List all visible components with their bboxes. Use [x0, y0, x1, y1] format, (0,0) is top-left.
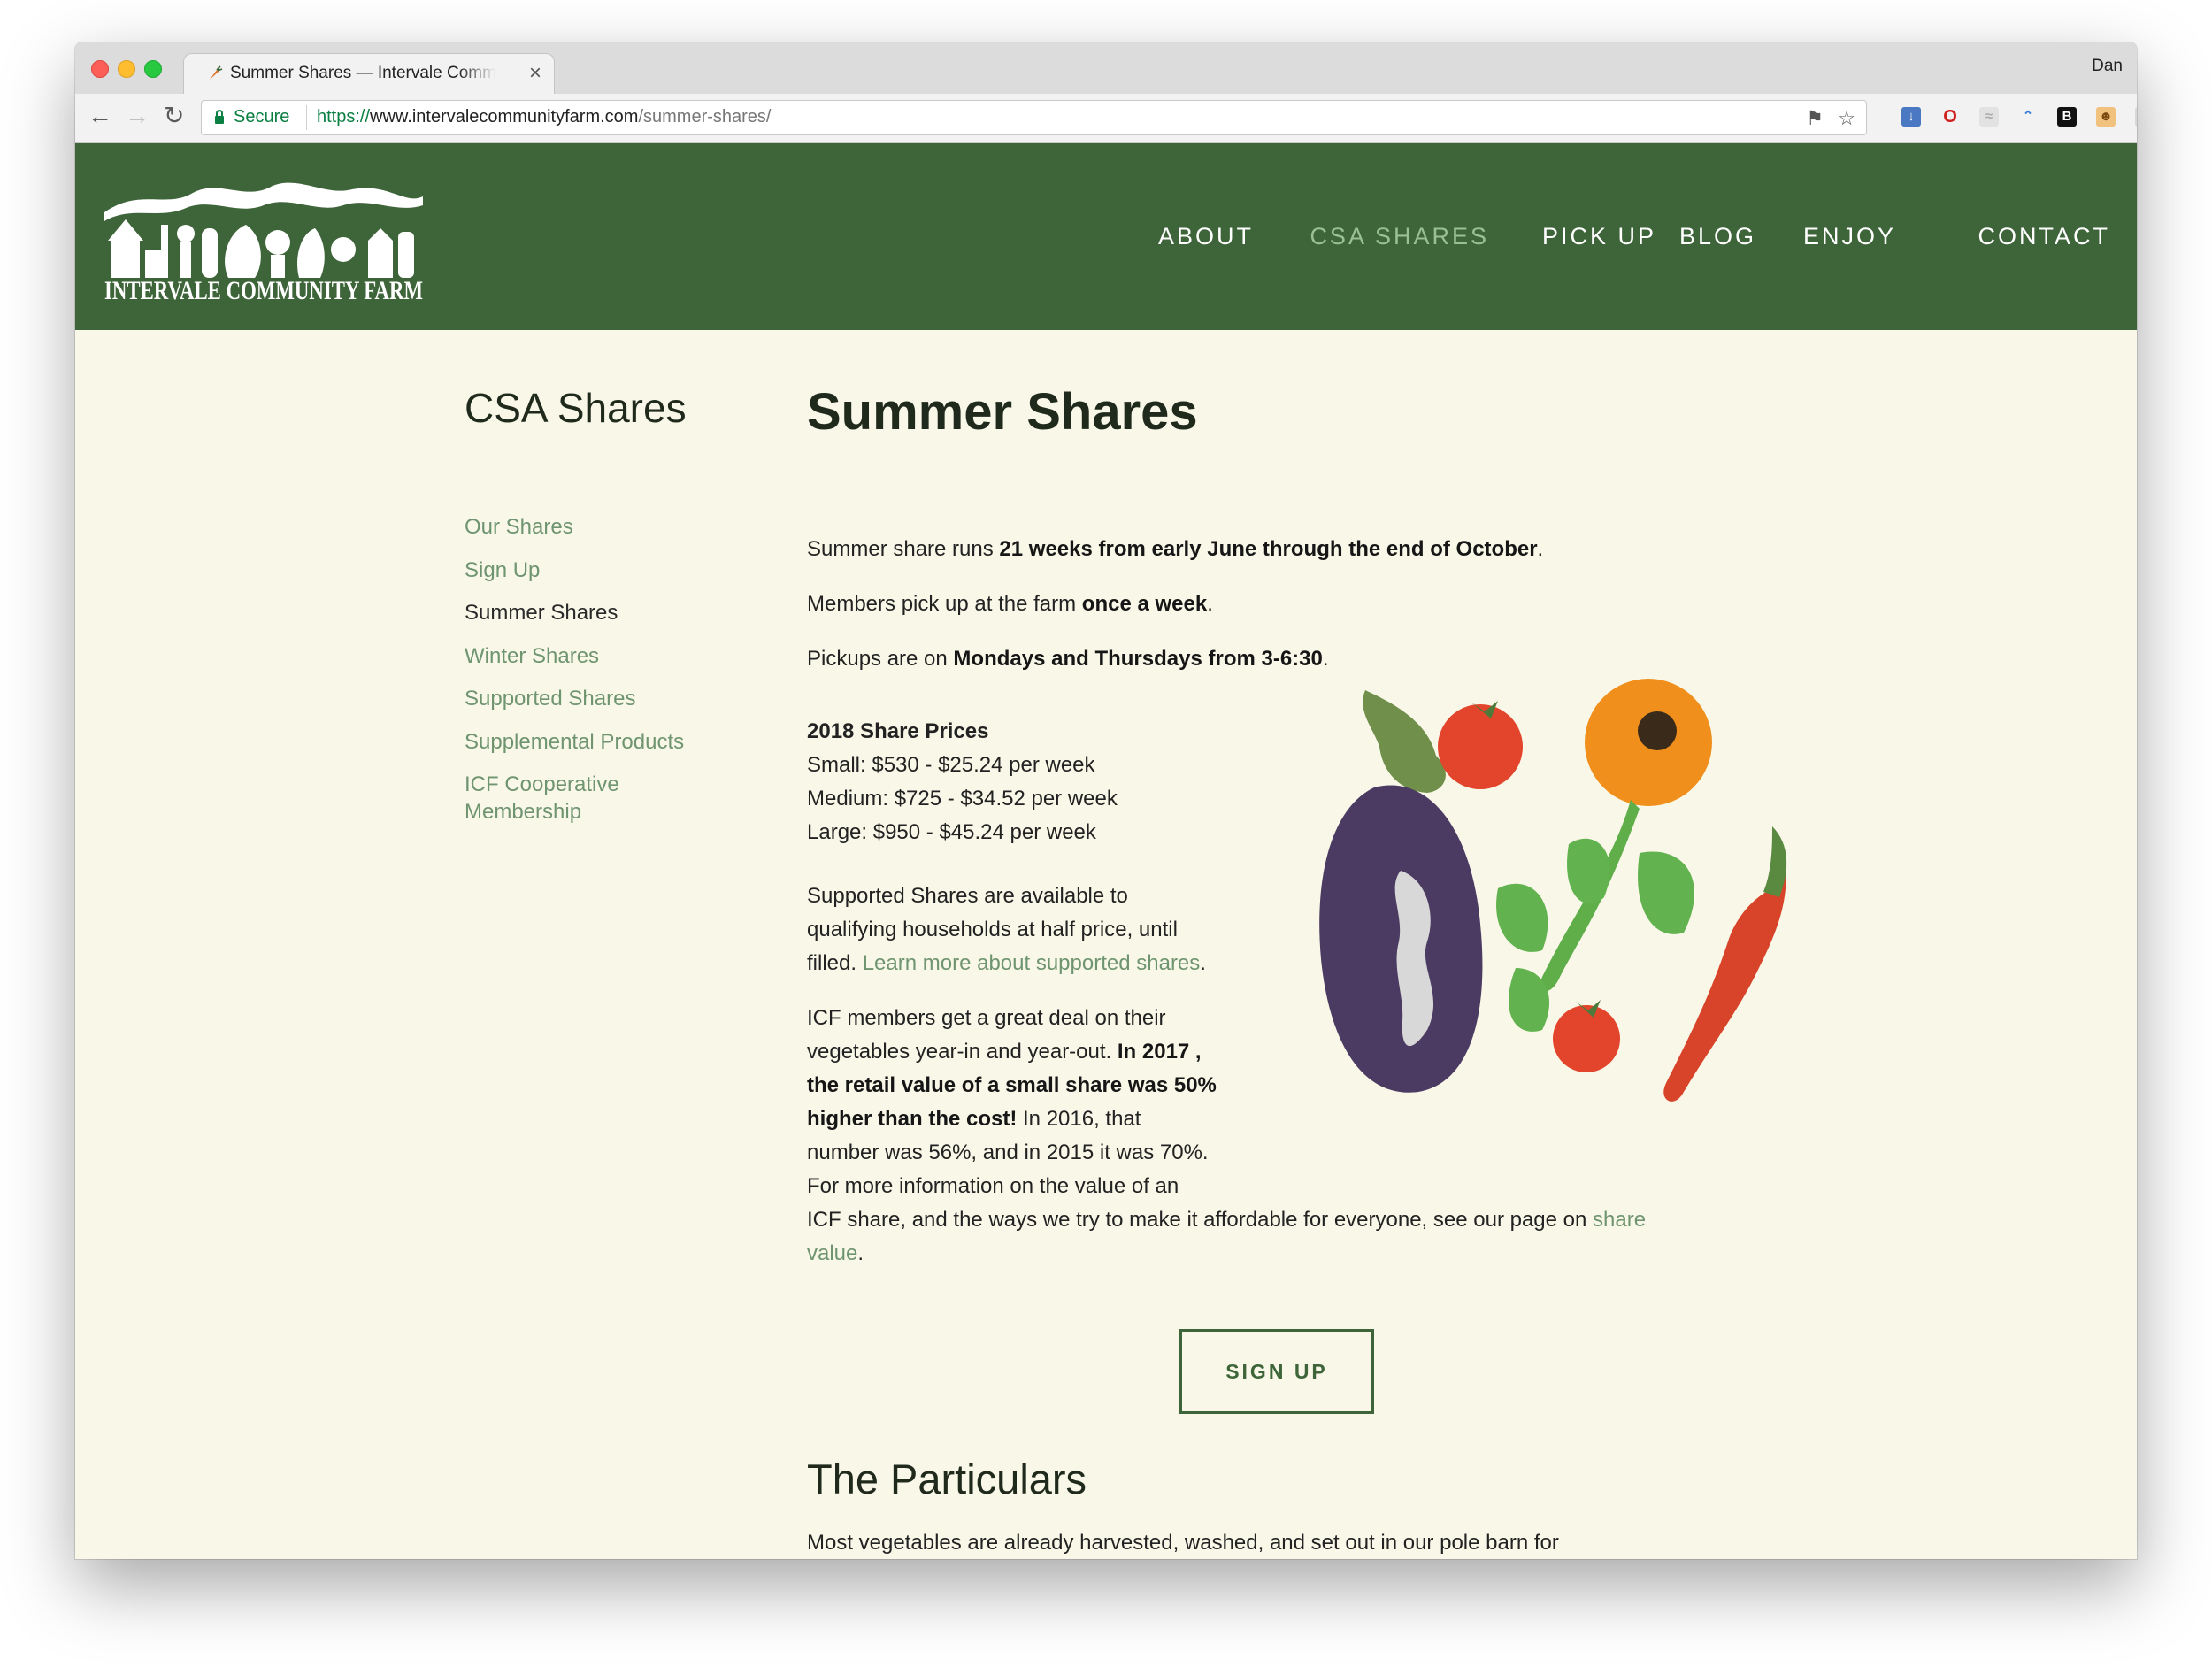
url-divider	[306, 105, 307, 130]
browser-tab[interactable]: Summer Shares — Intervale Community Farm…	[183, 53, 555, 94]
vegetable-illustration	[1319, 679, 1787, 1102]
browser-window: Summer Shares — Intervale Community Farm…	[75, 42, 2137, 1559]
share-value-link[interactable]: share	[1593, 1208, 1646, 1232]
nav-contact[interactable]: CONTACT	[1978, 223, 2111, 250]
b-icon[interactable]: B	[2057, 107, 2077, 127]
logo-text: INTERVALE COMMUNITY FARM	[104, 276, 423, 303]
sidebar-item-winter-shares[interactable]: Winter Shares	[465, 642, 599, 670]
address-bar[interactable]: Secure https://www.intervalecommunityfar…	[201, 100, 1867, 135]
page-title: Summer Shares	[807, 383, 1198, 441]
price-medium: Medium: $725 - $34.52 per week	[807, 787, 1118, 810]
nav-blog[interactable]: BLOG	[1679, 223, 1756, 250]
sidebar-item-icf-cooperative[interactable]: ICF Cooperative	[465, 771, 619, 798]
rainbow-icon[interactable]: ⌃	[2018, 107, 2038, 127]
season-paragraph: Summer share runs 21 weeks from early Ju…	[807, 537, 1544, 561]
sidebar-item-membership[interactable]: Membership	[465, 798, 581, 826]
supported-paragraph: Supported Shares are available to qualif…	[807, 884, 1206, 975]
url-host: www.intervalecommunityfarm.com	[370, 107, 639, 127]
site-header: INTERVALE COMMUNITY FARM ABOUT CSA SHARE…	[75, 143, 2137, 330]
sidebar-title: CSA Shares	[465, 385, 687, 431]
nav-enjoy[interactable]: ENJOY	[1803, 223, 1896, 250]
sidebar-item-summer-shares[interactable]: Summer Shares	[465, 599, 618, 626]
rss-icon[interactable]: ≈	[1979, 107, 1999, 127]
share-prices: 2018 Share Prices Small: $530 - $25.24 p…	[807, 715, 1118, 849]
lock-icon	[215, 110, 224, 124]
maximize-window-button[interactable]	[144, 60, 162, 78]
face-icon[interactable]: ☻	[2096, 107, 2116, 127]
nav-pick-up[interactable]: PICK UP	[1542, 223, 1656, 250]
download-icon[interactable]: ↓	[1901, 107, 1921, 127]
profile-name[interactable]: Dan	[2092, 57, 2123, 76]
opera-icon[interactable]: O	[1940, 107, 1960, 127]
calendula-flower-image	[1496, 679, 1712, 1032]
secure-label: Secure	[234, 107, 290, 127]
nav-about[interactable]: ABOUT	[1158, 223, 1254, 250]
back-arrow-icon[interactable]: ←	[88, 101, 112, 131]
sidebar-item-sign-up[interactable]: Sign Up	[465, 557, 540, 584]
url-text[interactable]: https://www.intervalecommunityfarm.com/s…	[317, 107, 771, 127]
sidebar-item-supplemental-products[interactable]: Supplemental Products	[465, 728, 684, 756]
particulars-paragraph: Most vegetables are already harvested, w…	[807, 1531, 1559, 1555]
web-page: INTERVALE COMMUNITY FARM ABOUT CSA SHARE…	[75, 143, 2137, 1559]
tab-close-icon[interactable]: ×	[529, 61, 541, 86]
url-scheme: https://	[317, 107, 371, 127]
sidebar-item-supported-shares[interactable]: Supported Shares	[465, 685, 635, 712]
supported-shares-link[interactable]: Learn more about supported shares	[863, 951, 1201, 975]
prices-heading: 2018 Share Prices	[807, 719, 989, 743]
url-path: /summer-shares/	[638, 107, 772, 127]
forward-arrow-icon[interactable]: →	[125, 101, 150, 131]
price-large: Large: $950 - $45.24 per week	[807, 820, 1096, 844]
bookmark-star-icon[interactable]: ☆	[1838, 107, 1855, 130]
tab-bar: Summer Shares — Intervale Community Farm…	[75, 42, 2137, 94]
carrot-favicon-icon	[210, 65, 223, 80]
minimize-window-button[interactable]	[118, 60, 135, 78]
pickup-days-paragraph: Pickups are on Mondays and Thursdays fro…	[807, 647, 1329, 671]
nav-csa-shares[interactable]: CSA SHARES	[1310, 223, 1489, 250]
farm-logo[interactable]: INTERVALE COMMUNITY FARM	[104, 170, 423, 303]
browser-toolbar: ← → ↻ Secure https://www.intervalecommun…	[75, 94, 2137, 143]
translate-icon[interactable]: ⚑	[1806, 107, 1824, 130]
pickup-frequency-paragraph: Members pick up at the farm once a week.	[807, 592, 1213, 616]
c-icon[interactable]: C	[2135, 107, 2137, 127]
particulars-heading: The Particulars	[807, 1456, 1087, 1502]
sign-up-button[interactable]: SIGN UP	[1179, 1329, 1374, 1414]
share-value-link-continued[interactable]: value	[807, 1241, 857, 1265]
price-small: Small: $530 - $25.24 per week	[807, 753, 1095, 777]
close-window-button[interactable]	[91, 60, 109, 78]
tab-title: Summer Shares — Intervale Community Farm	[230, 64, 495, 82]
sidebar-item-our-shares[interactable]: Our Shares	[465, 513, 573, 541]
reload-icon[interactable]: ↻	[164, 101, 184, 131]
